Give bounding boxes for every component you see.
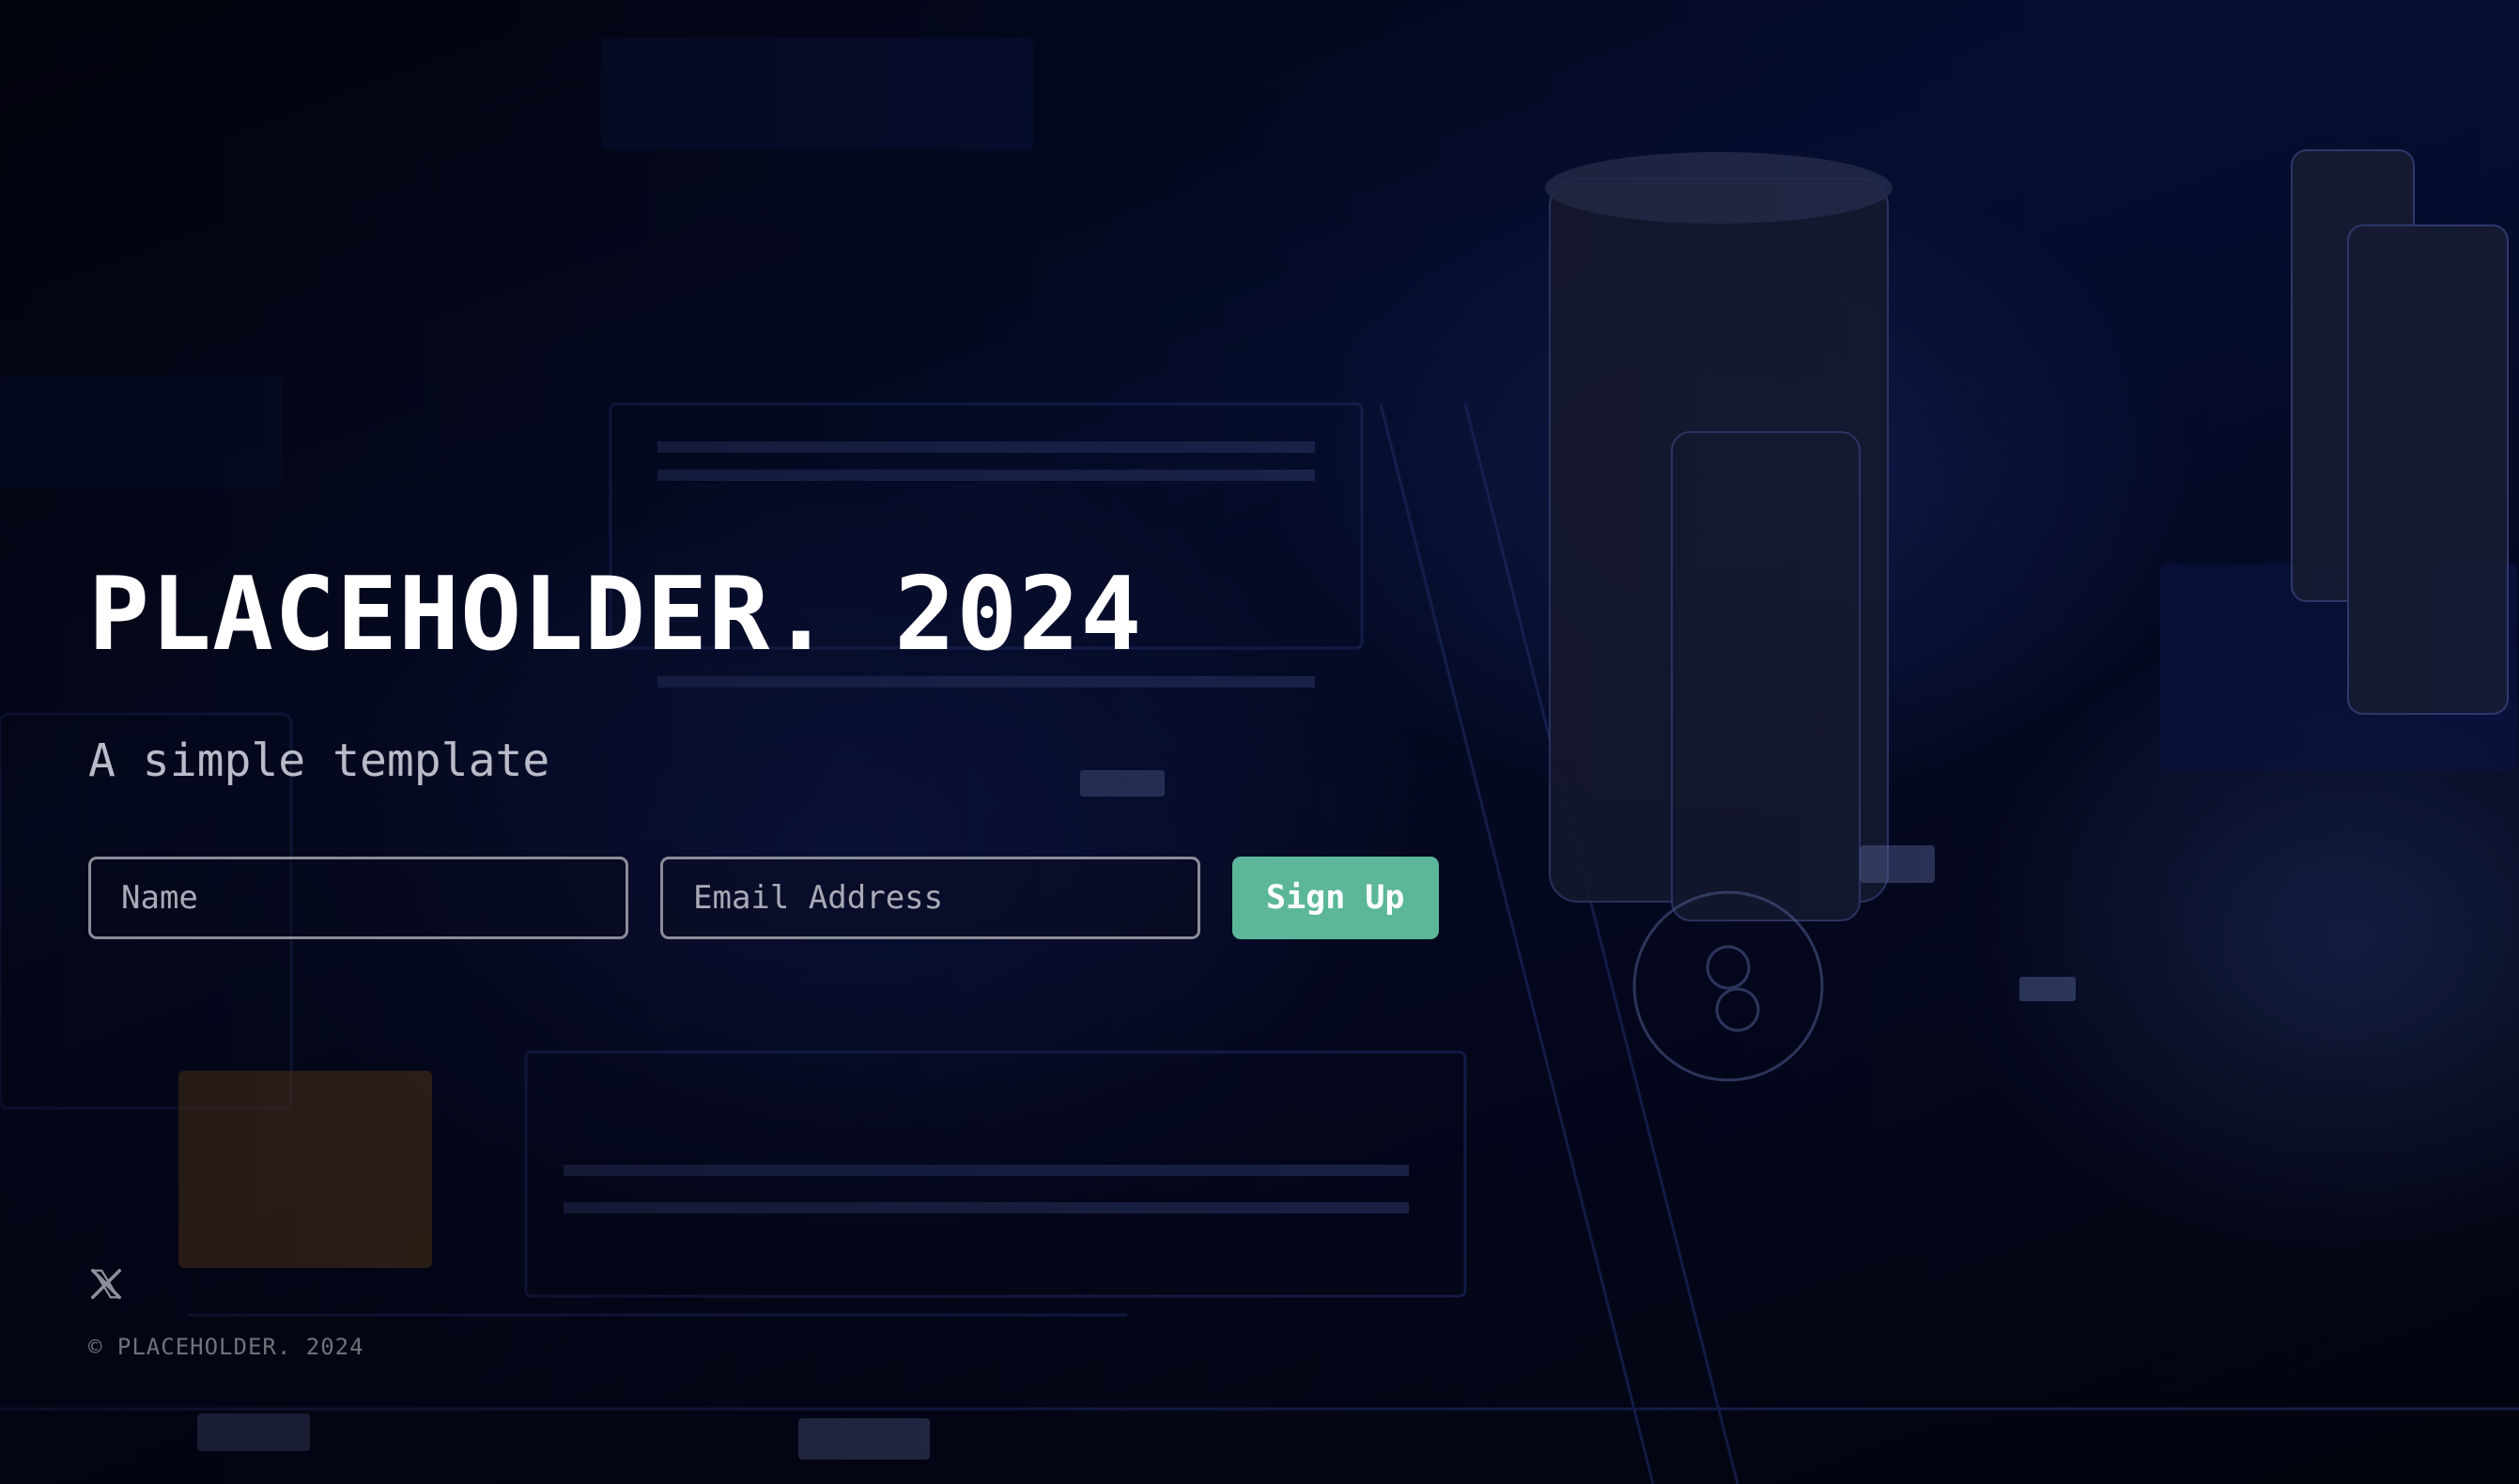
sign-up-button[interactable]: Sign Up: [1232, 857, 1439, 939]
hero-section: PLACEHOLDER. 2024 A simple template Sign…: [88, 554, 1497, 939]
page-subtitle: A simple template: [88, 734, 550, 787]
copyright-text: © PLACEHOLDER. 2024: [88, 1334, 364, 1360]
email-input[interactable]: [660, 857, 1200, 939]
page-title: PLACEHOLDER. 2024: [88, 556, 1143, 673]
x-icon: [91, 1269, 121, 1299]
x-social-link[interactable]: [88, 1266, 124, 1302]
signup-form: Sign Up: [88, 857, 1497, 939]
footer: © PLACEHOLDER. 2024: [88, 1266, 364, 1360]
landing-page: PLACEHOLDER. 2024 A simple template Sign…: [0, 0, 2519, 1484]
name-input[interactable]: [88, 857, 628, 939]
